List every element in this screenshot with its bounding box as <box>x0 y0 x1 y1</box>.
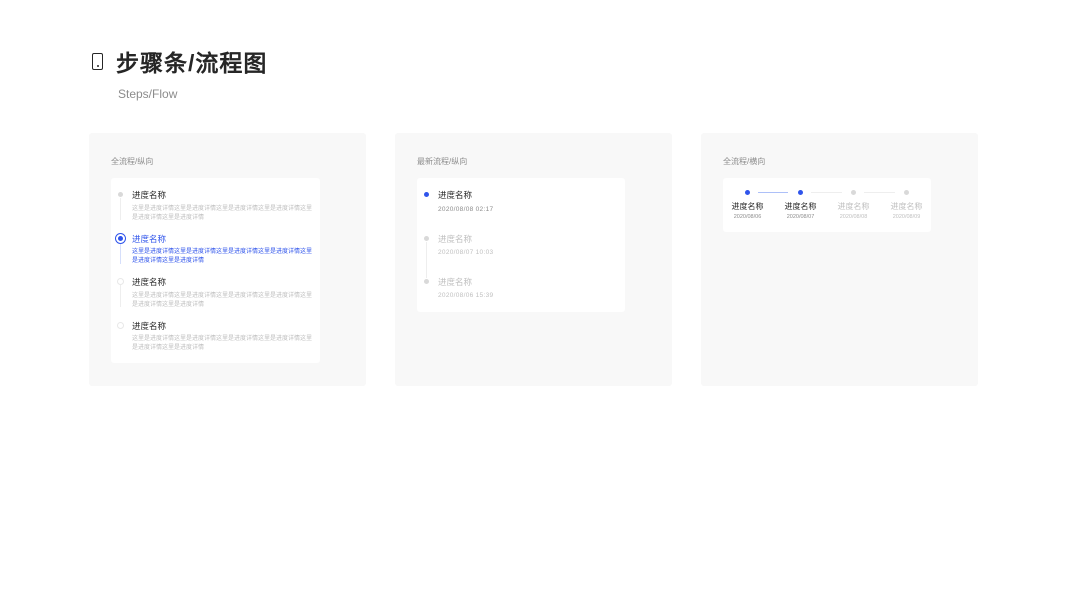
step-connector-done <box>758 192 788 193</box>
step-connector <box>426 242 427 278</box>
step-date: 2020/08/09 <box>892 214 921 220</box>
title-row: 步骤条/流程图 <box>92 44 267 78</box>
step-desc: 这里是进度详情这里是进度详情这里是进度详情这里是进度详情这里是进度详情这里是进度… <box>132 249 313 264</box>
vertical-steps-card: 进度名称 这里是进度详情这里是进度详情这里是进度详情这里是进度详情这里是进度详情… <box>111 178 320 363</box>
horizontal-steps-card: 进度名称 2020/08/06 进度名称 2020/08/07 进度名称 202… <box>723 178 931 232</box>
step-name: 进度名称 <box>438 190 473 200</box>
step-name: 进度名称 <box>784 202 817 211</box>
step-dot-done <box>798 190 803 195</box>
step-name: 进度名称 <box>837 202 870 211</box>
panel-label: 全流程/横向 <box>723 157 766 166</box>
step-dot-pending <box>117 278 124 285</box>
latest-steps-card: 进度名称 2020/08/08 02:17 进度名称 2020/08/07 10… <box>417 178 625 312</box>
step-dot-pending <box>851 190 856 195</box>
step-date: 2020/08/06 <box>733 214 762 220</box>
step-dot-done <box>745 190 750 195</box>
page-title: 步骤条/流程图 <box>116 50 268 76</box>
step-name: 进度名称 <box>132 190 167 200</box>
step-date: 2020/08/08 02:17 <box>438 206 494 213</box>
step-desc: 这里是进度详情这里是进度详情这里是进度详情这里是进度详情这里是进度详情这里是进度… <box>132 336 313 351</box>
step-name: 进度名称 <box>438 234 473 244</box>
step-date: 2020/08/07 10:03 <box>438 249 494 256</box>
step-dot-past <box>424 236 429 241</box>
mobile-phone-icon <box>92 52 103 70</box>
step-date: 2020/08/06 15:39 <box>438 292 494 299</box>
step-dot-active <box>116 234 125 243</box>
panel-latest-flow-vertical: 最新流程/纵向 进度名称 2020/08/08 02:17 进度名称 2020/… <box>395 133 672 386</box>
step-dot-past <box>424 279 429 284</box>
step-connector <box>120 198 121 220</box>
step-name: 进度名称 <box>890 202 923 211</box>
step-connector <box>120 242 121 264</box>
step-dot-active <box>424 192 429 197</box>
panel-full-flow-vertical: 全流程/纵向 进度名称 这里是进度详情这里是进度详情这里是进度详情这里是进度详情… <box>89 133 366 386</box>
step-name: 进度名称 <box>132 277 167 287</box>
step-name: 进度名称 <box>132 321 167 331</box>
panel-label: 最新流程/纵向 <box>417 157 468 166</box>
step-name: 进度名称 <box>132 234 167 244</box>
step-date: 2020/08/07 <box>786 214 815 220</box>
step-connector <box>120 285 121 307</box>
step-dot-pending <box>117 322 124 329</box>
step-desc: 这里是进度详情这里是进度详情这里是进度详情这里是进度详情这里是进度详情这里是进度… <box>132 206 313 221</box>
step-date: 2020/08/08 <box>839 214 868 220</box>
step-dot-pending <box>904 190 909 195</box>
page-subtitle: Steps/Flow <box>118 87 178 101</box>
step-name: 进度名称 <box>731 202 764 211</box>
step-connector <box>811 192 842 193</box>
step-desc: 这里是进度详情这里是进度详情这里是进度详情这里是进度详情这里是进度详情这里是进度… <box>132 293 313 308</box>
step-dot-done <box>118 192 123 197</box>
panel-full-flow-horizontal: 全流程/横向 进度名称 2020/08/06 进度名称 2020/08/07 进… <box>701 133 978 386</box>
panel-label: 全流程/纵向 <box>111 157 154 166</box>
step-name: 进度名称 <box>438 277 473 287</box>
page-header: 步骤条/流程图 Steps/Flow <box>92 44 267 101</box>
step-connector <box>864 192 895 193</box>
